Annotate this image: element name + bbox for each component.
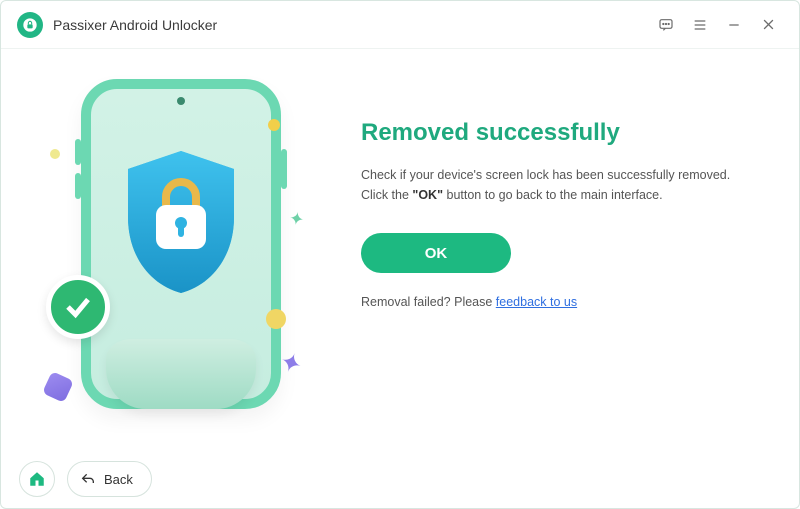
success-heading: Removed successfully	[361, 119, 769, 147]
home-icon	[28, 470, 46, 488]
removal-failed-line: Removal failed? Please feedback to us	[361, 295, 769, 309]
success-description: Check if your device's screen lock has b…	[361, 165, 741, 205]
home-button[interactable]	[19, 461, 55, 497]
shield-lock-icon	[116, 147, 246, 297]
app-title: Passixer Android Unlocker	[53, 17, 217, 33]
phone-outline-icon	[81, 79, 281, 409]
illustration-panel: ✦ ✦	[31, 79, 331, 450]
success-illustration: ✦ ✦	[56, 79, 306, 409]
app-window: Passixer Android Unlocker	[0, 0, 800, 509]
success-check-icon	[46, 275, 110, 339]
footer-bar: Back	[1, 450, 799, 508]
feedback-link[interactable]: feedback to us	[496, 295, 577, 309]
sparkle-icon: ✦	[287, 208, 306, 231]
back-arrow-icon	[80, 471, 96, 487]
close-icon[interactable]	[753, 10, 783, 40]
app-logo-icon	[17, 12, 43, 38]
back-button[interactable]: Back	[67, 461, 152, 497]
main-body: ✦ ✦ Removed successfully Check if your d…	[1, 49, 799, 450]
decor-cube-icon	[42, 371, 74, 403]
title-bar: Passixer Android Unlocker	[1, 1, 799, 49]
desc-text: button to go back to the main interface.	[443, 188, 663, 202]
decor-dot-icon	[266, 309, 286, 329]
decor-dot-icon	[50, 149, 60, 159]
feedback-bubble-icon[interactable]	[651, 10, 681, 40]
failed-prefix: Removal failed? Please	[361, 295, 496, 309]
menu-icon[interactable]	[685, 10, 715, 40]
desc-bold: "OK"	[412, 188, 443, 202]
decor-dot-icon	[268, 119, 280, 131]
minimize-icon[interactable]	[719, 10, 749, 40]
ok-button[interactable]: OK	[361, 233, 511, 273]
back-button-label: Back	[104, 472, 133, 487]
content-panel: Removed successfully Check if your devic…	[361, 79, 769, 450]
